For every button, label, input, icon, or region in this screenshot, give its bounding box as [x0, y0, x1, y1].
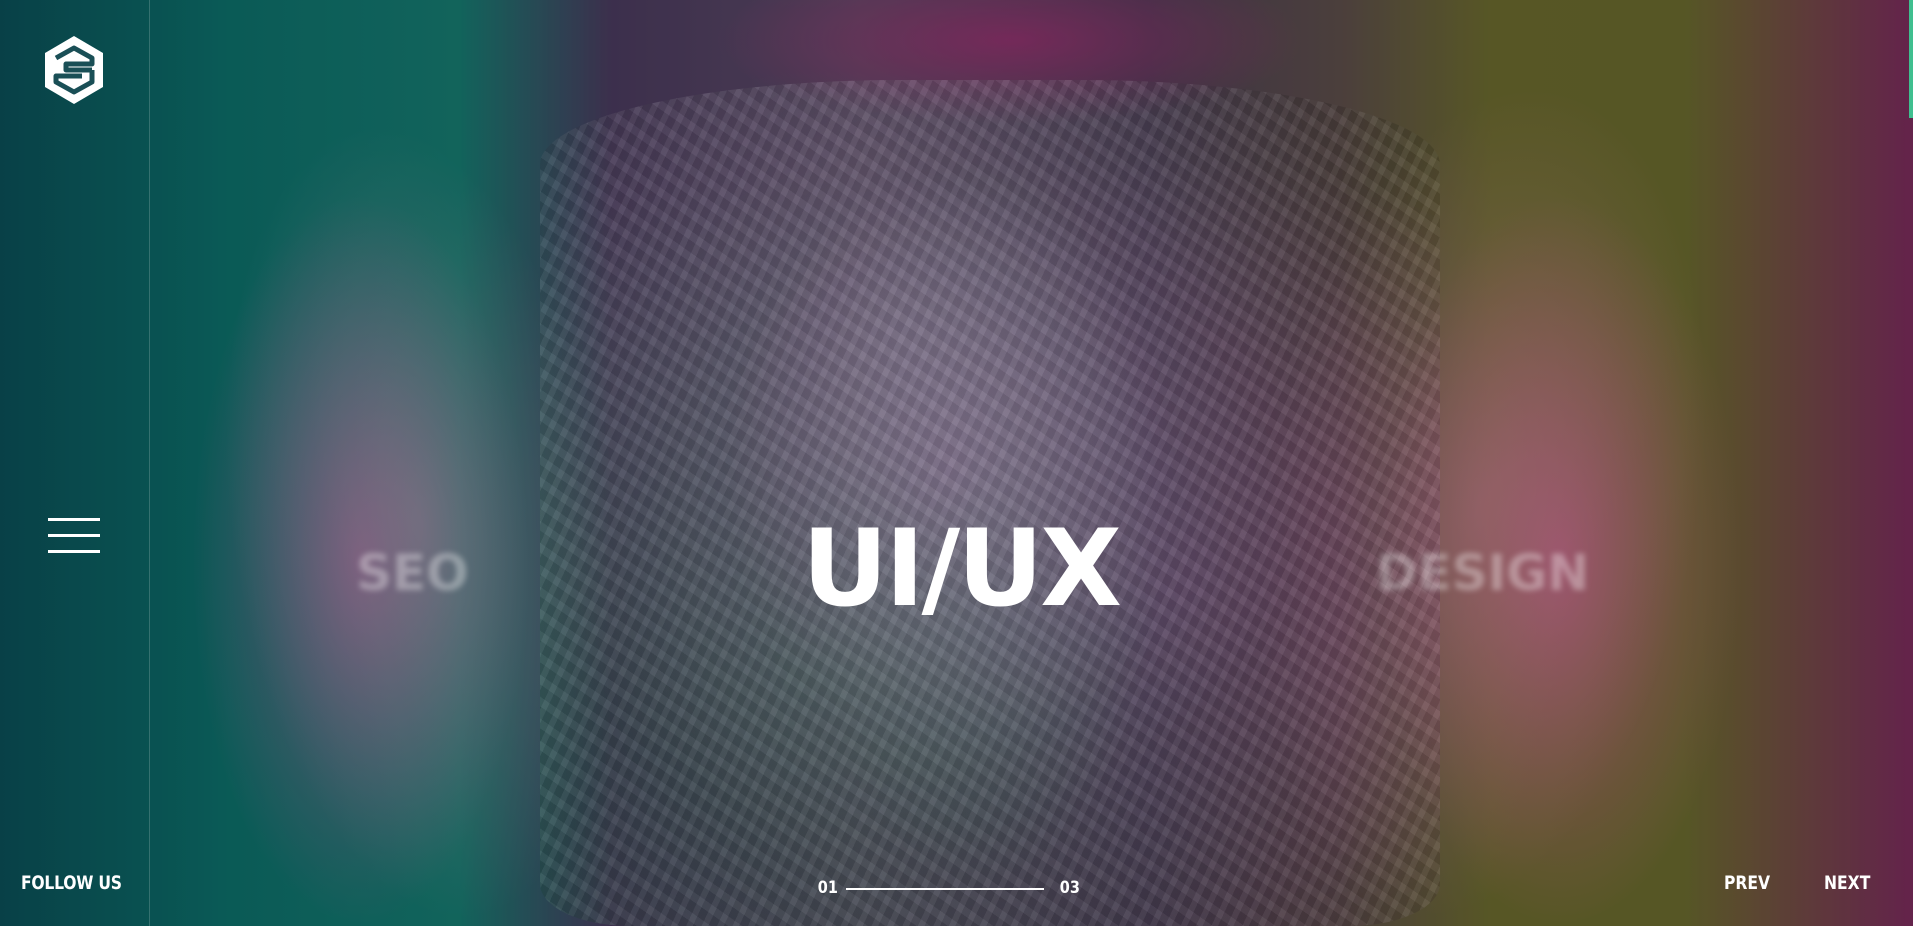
scroll-indicator[interactable]	[1909, 0, 1913, 118]
next-slide-button[interactable]: NEXT	[1824, 872, 1870, 894]
menu-line	[48, 550, 100, 553]
current-slide-title: UI/UX	[802, 507, 1122, 630]
slide-progress-fill	[846, 888, 1044, 890]
prev-slide-button[interactable]: PREV	[1724, 872, 1770, 894]
previous-slide-title[interactable]: SEO	[356, 548, 469, 598]
menu-line	[48, 534, 100, 537]
background-overlay	[0, 0, 1913, 926]
hamburger-menu-icon[interactable]	[48, 518, 100, 554]
follow-us-link[interactable]: FOLLOW US	[21, 872, 122, 894]
next-slide-title[interactable]: DESIGN	[1376, 548, 1589, 598]
slide-progress-bar	[846, 888, 1044, 890]
current-slide-number: 01	[817, 878, 838, 898]
left-sidebar: FOLLOW US	[0, 0, 150, 926]
hexagon-s-logo-icon[interactable]	[42, 34, 106, 106]
total-slide-number: 03	[1059, 878, 1080, 898]
hero-stage: FOLLOW US SEO UI/UX DESIGN 01 03 PREV NE…	[0, 0, 1913, 926]
menu-line	[48, 518, 100, 521]
